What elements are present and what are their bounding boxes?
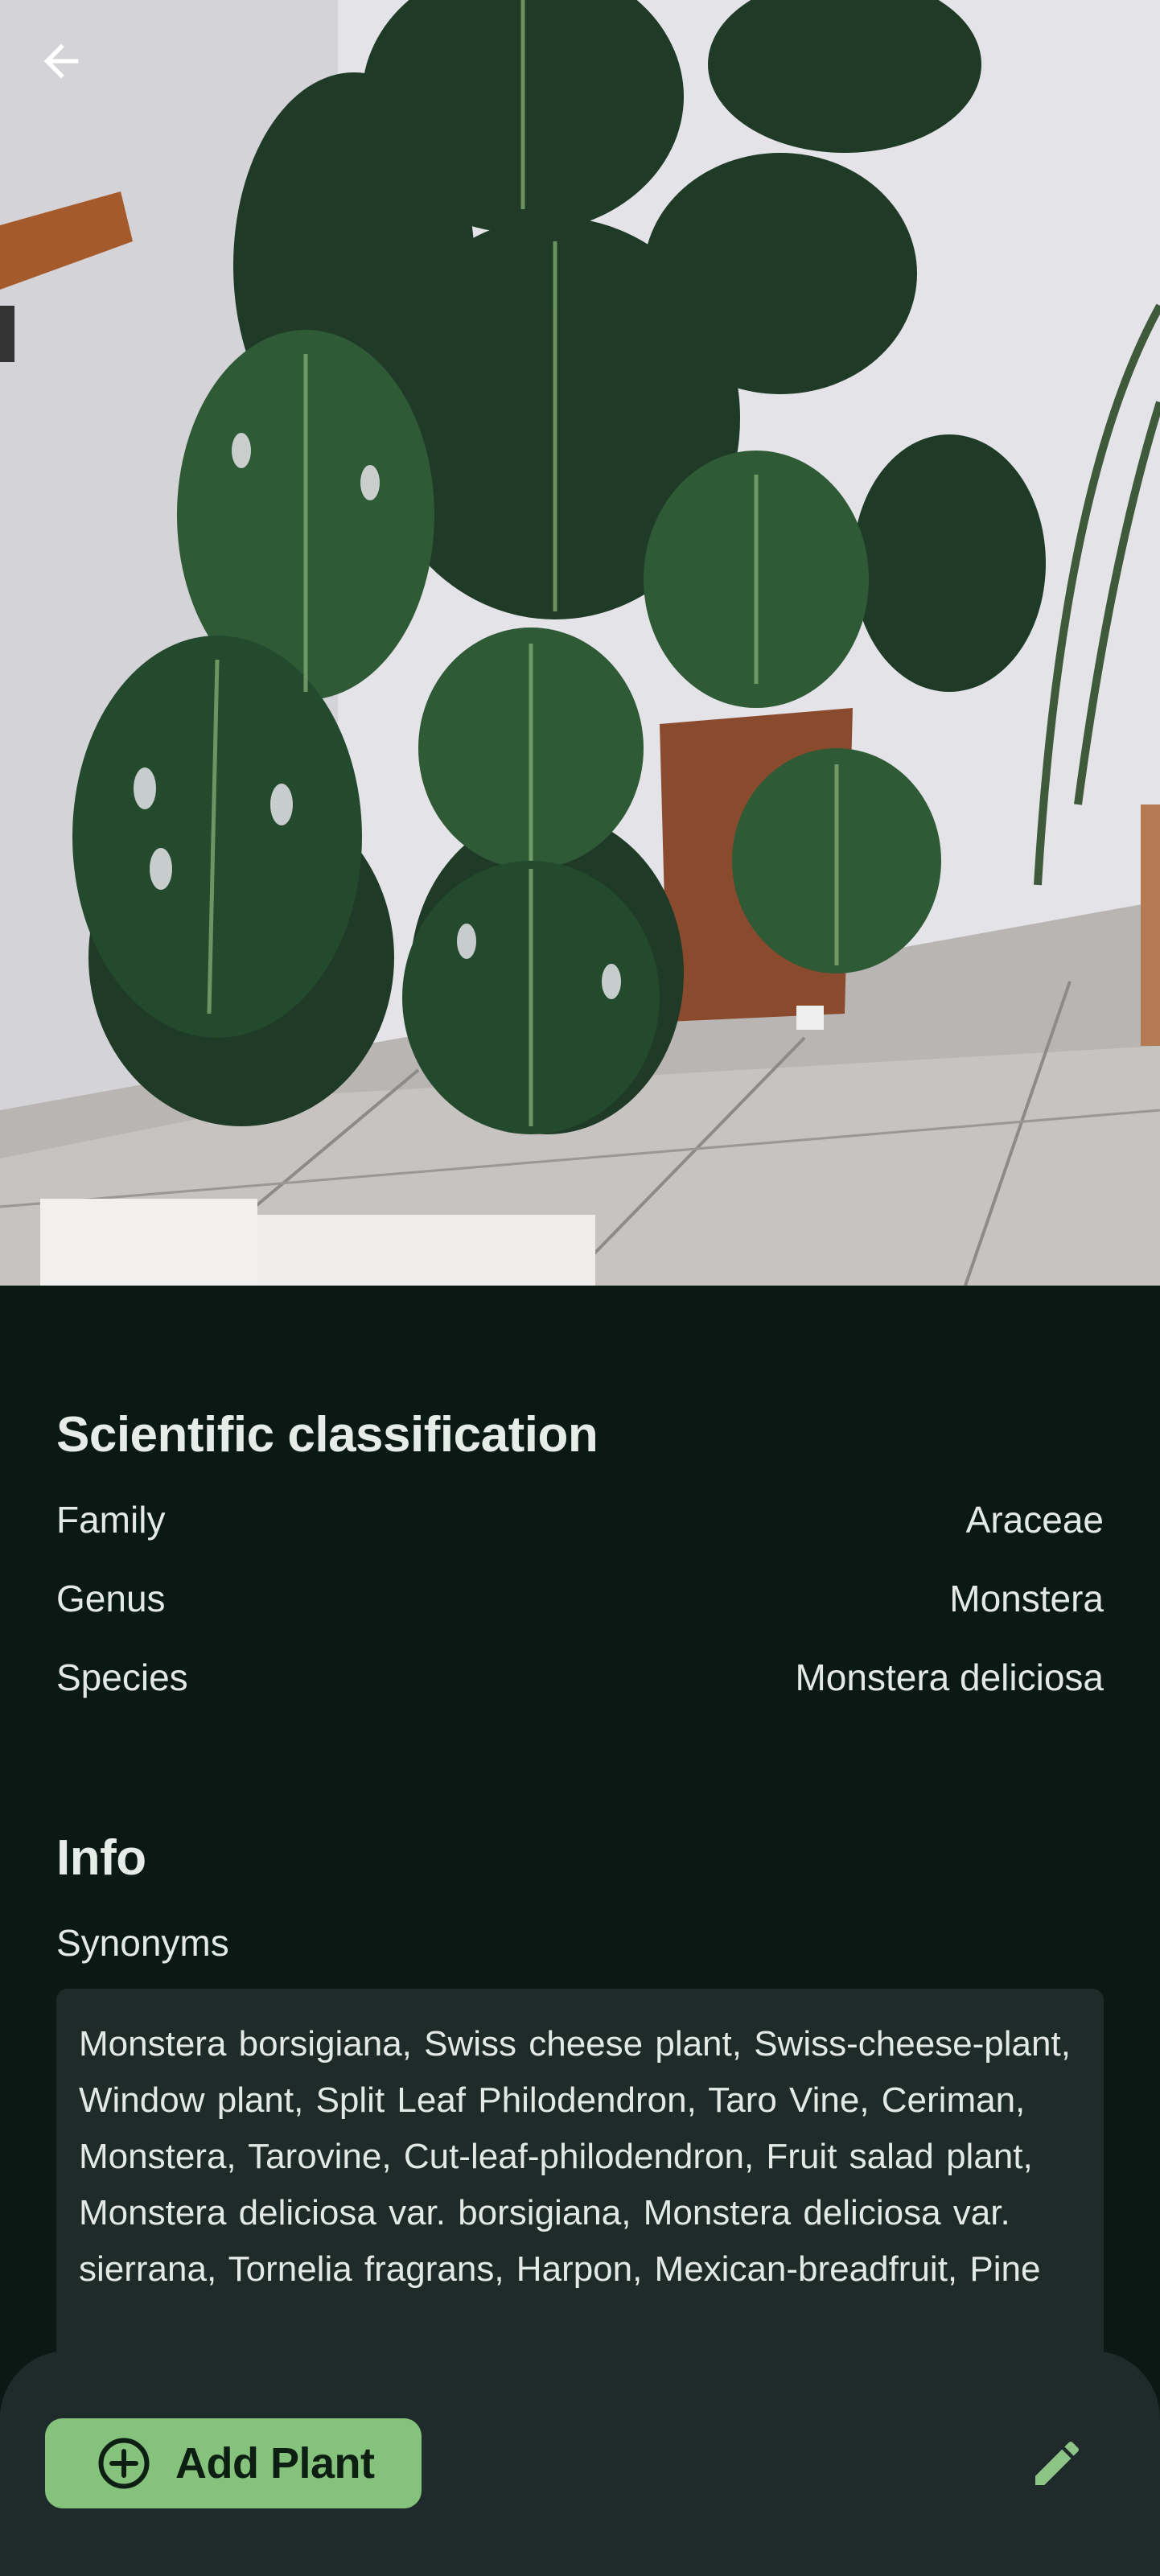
info-title: Info [56, 1830, 146, 1886]
species-row: Species Monstera deliciosa [56, 1656, 1104, 1699]
synonyms-label: Synonyms [56, 1922, 229, 1964]
genus-label: Genus [56, 1578, 166, 1619]
species-value: Monstera deliciosa [795, 1656, 1104, 1698]
add-plant-button[interactable]: Add Plant [45, 2418, 422, 2508]
pencil-icon [1035, 2441, 1080, 2485]
family-value: Araceae [965, 1499, 1104, 1541]
synonyms-text: Monstera borsigiana, Swiss cheese plant,… [56, 1989, 1104, 2407]
species-label: Species [56, 1656, 188, 1698]
family-label: Family [56, 1499, 166, 1541]
genus-value: Monstera [949, 1578, 1104, 1619]
edit-button[interactable] [1020, 2426, 1094, 2500]
plant-photo-illustration [0, 0, 1160, 1286]
plant-photo [0, 0, 1160, 1286]
plant-detail-screen: Scientific classification Family Araceae… [0, 0, 1160, 2576]
add-plant-label: Add Plant [175, 2439, 375, 2488]
arrow-back-icon [43, 43, 79, 79]
add-circle-icon [95, 2434, 153, 2492]
bottom-action-bar: Add Plant [0, 2351, 1160, 2576]
classification-title: Scientific classification [56, 1407, 599, 1463]
back-button[interactable] [35, 35, 122, 122]
genus-row: Genus Monstera [56, 1577, 1104, 1620]
family-row: Family Araceae [56, 1498, 1104, 1541]
